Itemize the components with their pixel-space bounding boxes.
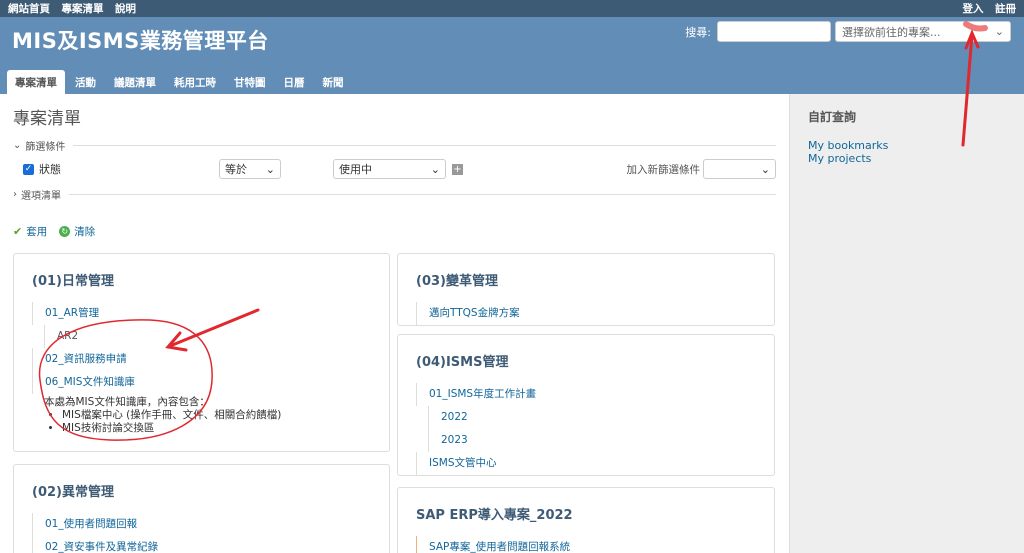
top-menu-right: 登入 註冊 xyxy=(955,1,1017,16)
subproject-link[interactable]: 2022 xyxy=(428,406,756,429)
chevron-down-icon: ⌄ xyxy=(760,162,770,176)
project-title-04[interactable]: (04)ISMS管理 xyxy=(416,351,756,370)
filter-status-label: 狀態 xyxy=(39,163,61,176)
login-link[interactable]: 登入 xyxy=(963,3,984,15)
register-link[interactable]: 註冊 xyxy=(995,3,1016,15)
apply-button[interactable]: ✔ 套用 xyxy=(13,224,47,239)
options-legend[interactable]: › 選項清單 xyxy=(13,187,776,202)
tab-calendar[interactable]: 日曆 xyxy=(276,70,313,94)
chevron-down-icon: ⌄ xyxy=(994,25,1004,38)
filter-value-select[interactable]: 使用中 ⌄ xyxy=(333,159,446,179)
main-area: 專案清單 ⌄ 篩選條件 ✓ 狀態 等於 ⌄ 使用中 ⌄ + 加入新篩選條件 ⌄ xyxy=(0,94,1024,553)
project-description: 本處為MIS文件知識庫，內容包含： xyxy=(44,396,210,408)
subproject-link[interactable]: SAP專案_使用者問題回報系統 xyxy=(416,536,756,553)
plus-icon[interactable]: + xyxy=(452,163,463,175)
filters-legend-label: 篩選條件 xyxy=(25,142,66,153)
filter-value-text: 使用中 xyxy=(339,163,372,176)
subproject-link[interactable]: 01_ISMS年度工作計畫 xyxy=(416,383,756,406)
project-box-05: SAP ERP導入專案_2022 SAP專案_使用者問題回報系統 xyxy=(397,487,775,553)
tab-activity[interactable]: 活動 xyxy=(67,70,104,94)
subproject-link[interactable]: AR2 xyxy=(44,325,371,348)
status-checkbox[interactable]: ✓ xyxy=(23,163,34,175)
project-jump-text: 選擇欲前往的專案... xyxy=(842,25,941,39)
filter-operator-value: 等於 xyxy=(225,163,247,176)
search-area: 搜尋: 選擇欲前往的專案... ⌄ xyxy=(685,21,1011,42)
project-title-03[interactable]: (03)變革管理 xyxy=(416,270,756,289)
subproject-link[interactable]: 01_使用者問題回報 xyxy=(32,513,371,536)
project-title-05[interactable]: SAP ERP導入專案_2022 xyxy=(416,504,756,523)
tab-time-entries[interactable]: 耗用工時 xyxy=(166,70,224,94)
subproject-link[interactable]: 01_AR管理 xyxy=(32,302,371,325)
chevron-down-icon: ⌄ xyxy=(13,140,22,151)
tab-projects[interactable]: 專案清單 xyxy=(7,70,65,94)
project-box-01: (01)日常管理 01_AR管理 AR2 02_資訊服務申請 06_MIS文件知… xyxy=(13,253,390,452)
description-list: MIS檔案中心 (操作手冊、文件、相關合約饋檔) MIS技術討論交換區 xyxy=(62,409,371,435)
site-title: MIS及ISMS業務管理平台 xyxy=(12,29,269,53)
sidebar: 自訂查詢 My bookmarks My projects xyxy=(789,94,1024,553)
filter-operator-select[interactable]: 等於 ⌄ xyxy=(219,159,281,179)
check-icon: ✔ xyxy=(13,225,23,238)
filter-row-status: ✓ 狀態 等於 ⌄ 使用中 ⌄ + 加入新篩選條件 ⌄ xyxy=(13,155,776,183)
tab-news[interactable]: 新聞 xyxy=(315,70,352,94)
project-title-02[interactable]: (02)異常管理 xyxy=(32,481,371,500)
sidebar-title: 自訂查詢 xyxy=(808,110,857,124)
clear-button[interactable]: ↻ 清除 xyxy=(59,224,95,239)
page-title: 專案清單 xyxy=(13,109,81,129)
project-box-02: (02)異常管理 01_使用者問題回報 02_資安事件及異常紀錄 xyxy=(13,464,390,553)
options-legend-label: 選項清單 xyxy=(21,191,61,202)
subproject-link[interactable]: 02_資安事件及異常紀錄 xyxy=(32,536,371,553)
chevron-right-icon: › xyxy=(13,189,17,200)
reload-icon: ↻ xyxy=(59,226,71,237)
add-filter-label: 加入新篩選條件 xyxy=(626,163,701,176)
subproject-link[interactable]: 06_MIS文件知識庫 xyxy=(32,371,371,394)
project-title-01[interactable]: (01)日常管理 xyxy=(32,270,371,289)
divider xyxy=(73,145,776,146)
sidebar-link-bookmarks[interactable]: My bookmarks xyxy=(808,139,1006,152)
projects-link[interactable]: 專案清單 xyxy=(62,3,104,15)
subproject-link[interactable]: 02_資訊服務申請 xyxy=(32,348,371,371)
search-label: 搜尋: xyxy=(685,25,711,39)
content: 專案清單 ⌄ 篩選條件 ✓ 狀態 等於 ⌄ 使用中 ⌄ + 加入新篩選條件 ⌄ xyxy=(0,94,789,553)
header: MIS及ISMS業務管理平台 搜尋: 選擇欲前往的專案... ⌄ 專案清單 活動… xyxy=(0,17,1024,94)
filters-legend[interactable]: ⌄ 篩選條件 xyxy=(13,138,776,153)
chevron-down-icon: ⌄ xyxy=(265,162,275,176)
project-jump-select[interactable]: 選擇欲前往的專案... ⌄ xyxy=(835,21,1011,42)
divider xyxy=(69,194,776,195)
apply-label: 套用 xyxy=(26,226,48,238)
list-item: MIS檔案中心 (操作手冊、文件、相關合約饋檔) xyxy=(62,409,371,422)
clear-label: 清除 xyxy=(74,226,96,238)
top-menu-left: 網站首頁 專案清單 說明 xyxy=(8,1,144,16)
project-boxes: (01)日常管理 01_AR管理 AR2 02_資訊服務申請 06_MIS文件知… xyxy=(13,253,776,553)
project-box-04: (04)ISMS管理 01_ISMS年度工作計畫 2022 2023 ISMS文… xyxy=(397,334,775,476)
tab-gantt[interactable]: 甘特圖 xyxy=(226,70,274,94)
help-link[interactable]: 說明 xyxy=(115,3,136,15)
project-box-03: (03)變革管理 邁向TTQS金牌方案 xyxy=(397,253,775,326)
search-input[interactable] xyxy=(717,21,831,42)
add-filter-select[interactable]: ⌄ xyxy=(703,159,776,179)
top-menu: 網站首頁 專案清單 說明 登入 註冊 xyxy=(0,0,1024,17)
sidebar-link-my-projects[interactable]: My projects xyxy=(808,152,1006,165)
subproject-link[interactable]: ISMS文管中心 xyxy=(416,452,756,475)
subproject-link[interactable]: 邁向TTQS金牌方案 xyxy=(416,302,756,325)
query-actions: ✔ 套用 ↻ 清除 xyxy=(13,224,776,239)
tab-issues[interactable]: 議題清單 xyxy=(106,70,164,94)
list-item: MIS技術討論交換區 xyxy=(62,422,371,435)
home-link[interactable]: 網站首頁 xyxy=(8,3,50,15)
subproject-link[interactable]: 2023 xyxy=(428,429,756,452)
main-tabs: 專案清單 活動 議題清單 耗用工時 甘特圖 日曆 新聞 xyxy=(7,70,354,94)
chevron-down-icon: ⌄ xyxy=(430,162,440,176)
